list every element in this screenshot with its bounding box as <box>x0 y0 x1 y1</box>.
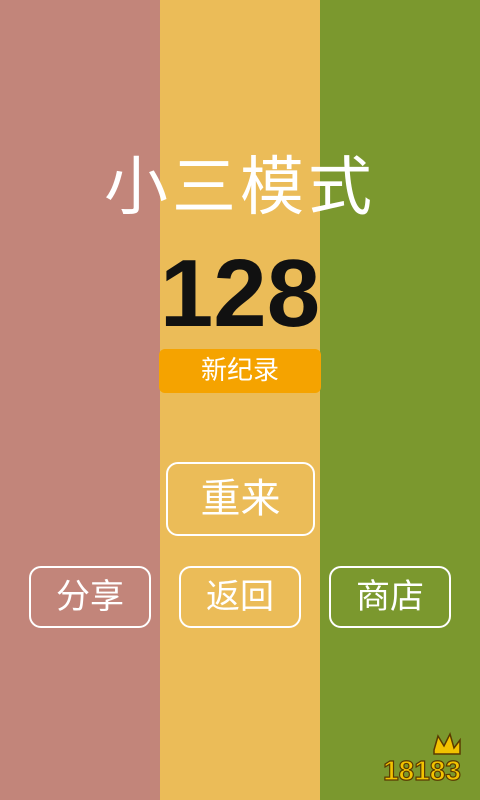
site-watermark: 18183 <box>376 728 468 788</box>
share-button[interactable]: 分享 <box>29 566 151 628</box>
watermark-text: 18183 <box>383 755 461 786</box>
game-over-screen: 小三模式 128 新纪录 重来 分享 返回 商店 18183 <box>0 0 480 800</box>
color-column-right <box>320 0 480 800</box>
score-value: 128 <box>159 240 321 347</box>
shop-button[interactable]: 商店 <box>329 566 451 628</box>
color-column-middle <box>160 0 320 800</box>
color-column-left <box>0 0 160 800</box>
restart-button[interactable]: 重来 <box>166 462 315 536</box>
new-record-badge: 新纪录 <box>159 349 321 393</box>
crown-icon <box>433 731 461 755</box>
mode-title: 小三模式 <box>104 151 376 225</box>
watermark-logo: 18183 <box>382 731 462 787</box>
back-button[interactable]: 返回 <box>179 566 301 628</box>
